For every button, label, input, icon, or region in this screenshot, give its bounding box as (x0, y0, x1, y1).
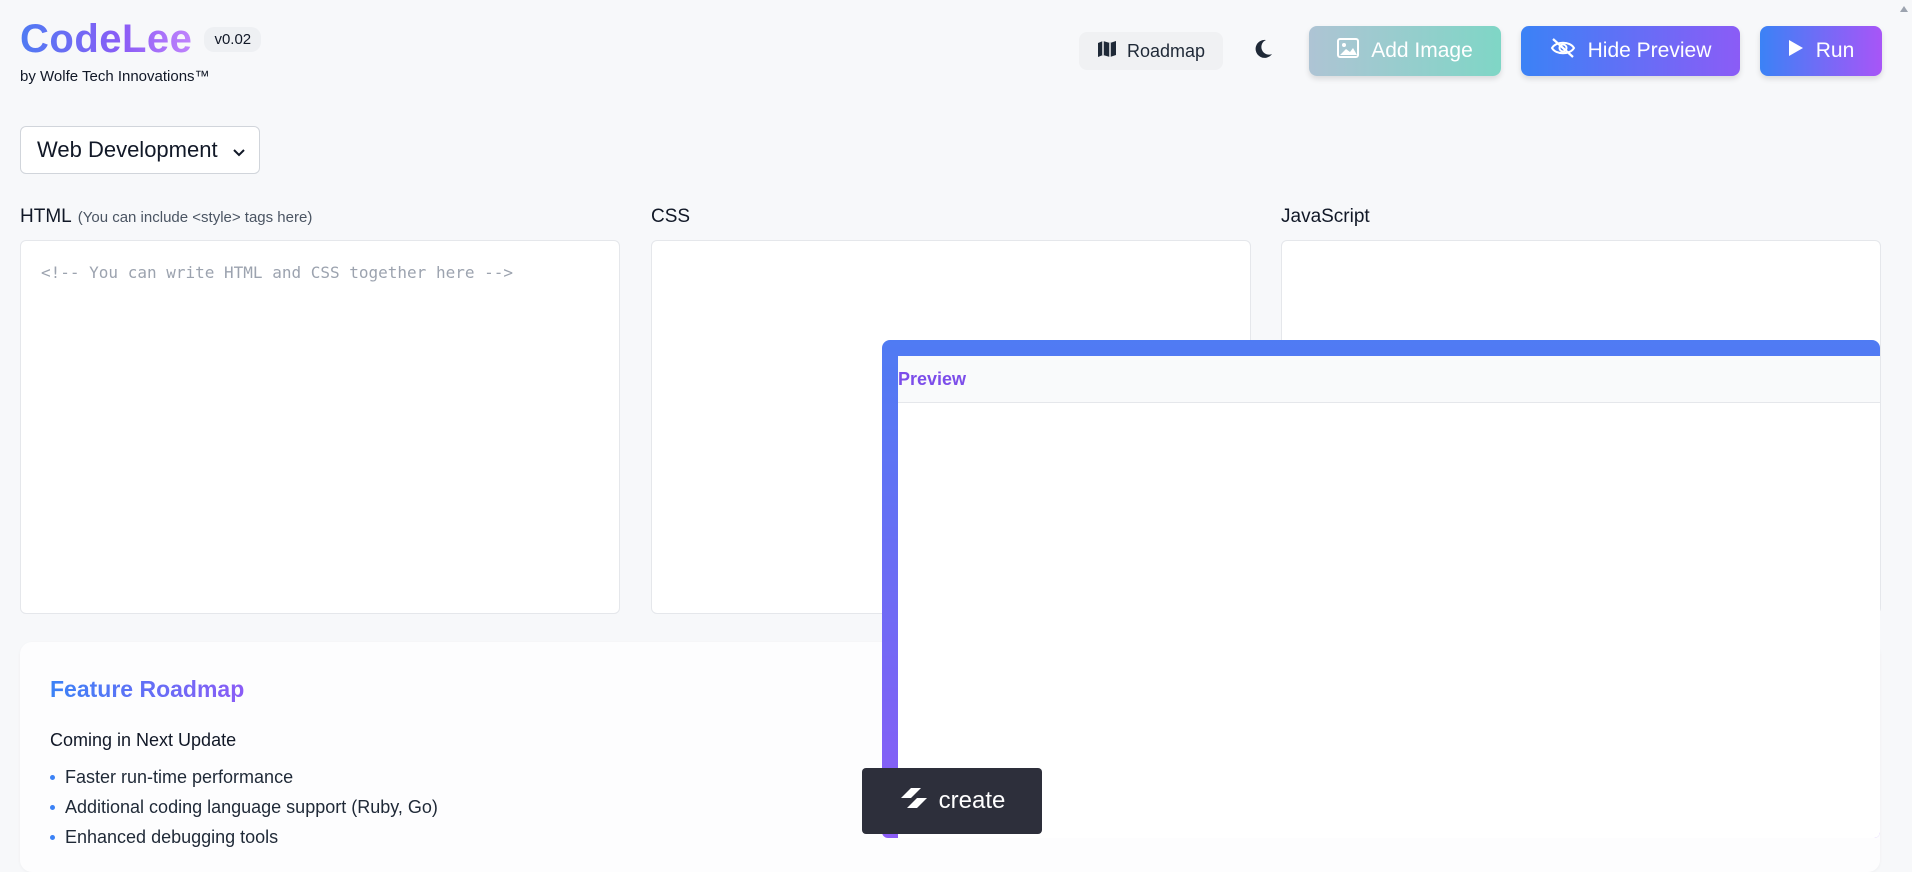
top-toolbar: Roadmap Add Image Hide Preview Run (1078, 26, 1882, 76)
html-label-text: HTML (20, 206, 72, 227)
html-editor[interactable]: <!-- You can write HTML and CSS together… (20, 240, 620, 614)
roadmap-label: Roadmap (1126, 40, 1205, 61)
roadmap-subtitle: Coming in Next Update (50, 730, 237, 750)
run-label: Run (1815, 39, 1855, 62)
image-icon (1337, 38, 1360, 64)
eye-slash-icon (1550, 38, 1576, 64)
html-editor-placeholder: <!-- You can write HTML and CSS together… (41, 263, 514, 282)
bullet-icon (50, 774, 55, 780)
mode-select[interactable]: Web Development (20, 126, 260, 174)
hide-preview-button[interactable]: Hide Preview (1521, 26, 1740, 76)
preview-frame[interactable]: Preview (898, 356, 1880, 838)
theme-toggle[interactable] (1245, 33, 1281, 69)
list-item: Faster run-time performance (50, 762, 438, 792)
html-label-hint: (You can include <style> tags here) (77, 209, 313, 226)
js-editor-label: JavaScript (1281, 206, 1370, 227)
add-image-button[interactable]: Add Image (1309, 26, 1501, 76)
app-logo: CodeLee (20, 17, 193, 61)
bullet-icon (50, 834, 55, 840)
chevron-down-icon (233, 137, 245, 163)
play-icon (1788, 39, 1804, 63)
version-badge: v0.02 (204, 26, 262, 52)
list-item-text: Enhanced debugging tools (65, 826, 279, 847)
add-image-label: Add Image (1371, 39, 1473, 62)
css-editor-label: CSS (651, 206, 691, 227)
mode-select-value: Web Development (37, 137, 218, 162)
map-icon (1097, 40, 1117, 63)
run-button[interactable]: Run (1760, 26, 1882, 76)
preview-header: Preview (898, 356, 1880, 403)
roadmap-list: Faster run-time performance Additional c… (50, 762, 438, 852)
list-item: Additional coding language support (Ruby… (50, 792, 438, 822)
bullet-icon (50, 804, 55, 810)
hide-preview-label: Hide Preview (1587, 39, 1712, 62)
tagline: by Wolfe Tech Innovations™ (20, 68, 210, 85)
roadmap-button[interactable]: Roadmap (1078, 32, 1223, 70)
moon-icon (1252, 38, 1274, 65)
create-logo-icon (899, 786, 929, 817)
brand-block: CodeLee v0.02 by Wolfe Tech Innovations™ (20, 16, 262, 85)
html-editor-label: HTML (You can include <style> tags here) (20, 206, 312, 228)
scroll-up-icon[interactable] (1898, 2, 1910, 14)
create-label: create (938, 787, 1006, 814)
list-item-text: Additional coding language support (Ruby… (65, 796, 438, 817)
list-item-text: Faster run-time performance (65, 766, 294, 787)
create-badge[interactable]: create (862, 768, 1042, 834)
preview-title: Preview (898, 368, 967, 389)
preview-panel[interactable]: Preview (882, 340, 1880, 838)
list-item: Enhanced debugging tools (50, 822, 438, 852)
roadmap-title: Feature Roadmap (50, 676, 245, 702)
